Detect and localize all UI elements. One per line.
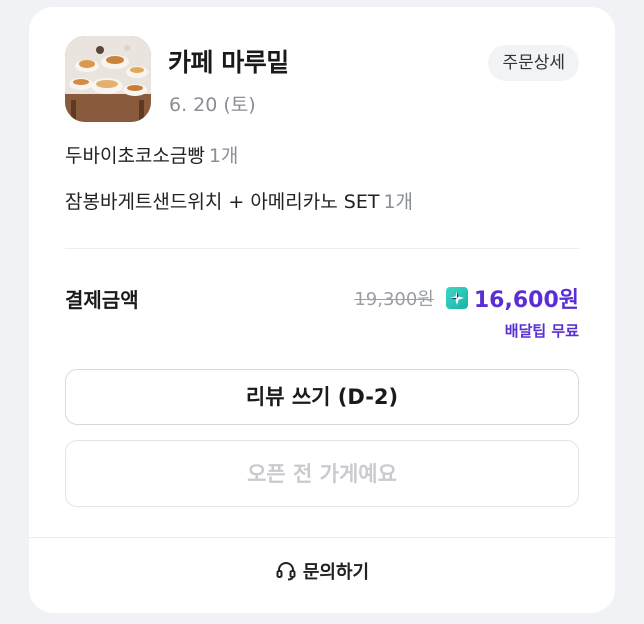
write-review-button[interactable]: 리뷰 쓰기 (D-2) [65, 369, 579, 425]
price-block: 19,300원 16,600원 배달팁 무료 [354, 282, 579, 341]
store-thumbnail[interactable] [65, 36, 151, 122]
payment-label: 결제금액 [65, 288, 139, 312]
original-price: 19,300원 [354, 289, 434, 310]
store-closed-button: 오픈 전 가게예요 [65, 440, 579, 507]
item-qty: 1개 [383, 191, 414, 213]
store-name[interactable]: 카페 마루밑 [168, 43, 289, 79]
order-items: 두바이초코소금빵 1개 잠봉바게트샌드위치 + 아메리카노 SET 1개 [65, 144, 413, 236]
footer-divider [29, 537, 615, 538]
order-detail-button[interactable]: 주문상세 [488, 45, 579, 81]
inquiry-label: 문의하기 [302, 562, 370, 583]
plus-star-icon [445, 287, 468, 309]
headset-icon [276, 562, 296, 581]
divider [65, 248, 579, 249]
order-item: 두바이초코소금빵 1개 [65, 144, 413, 190]
delivery-fee-note: 배달팁 무료 [504, 322, 579, 340]
item-name: 두바이초코소금빵 [65, 145, 205, 167]
item-name: 잠봉바게트샌드위치 + 아메리카노 SET [65, 191, 380, 213]
order-item: 잠봉바게트샌드위치 + 아메리카노 SET 1개 [65, 190, 413, 236]
inquiry-button[interactable]: 문의하기 [29, 558, 615, 584]
order-date: 6. 20 (토) [169, 94, 256, 116]
final-price: 16,600원 [473, 288, 579, 313]
item-qty: 1개 [208, 145, 239, 167]
order-card: 카페 마루밑 6. 20 (토) 주문상세 두바이초코소금빵 1개 잠봉바게트샌드… [29, 7, 615, 613]
store-photo-icon [65, 36, 151, 122]
